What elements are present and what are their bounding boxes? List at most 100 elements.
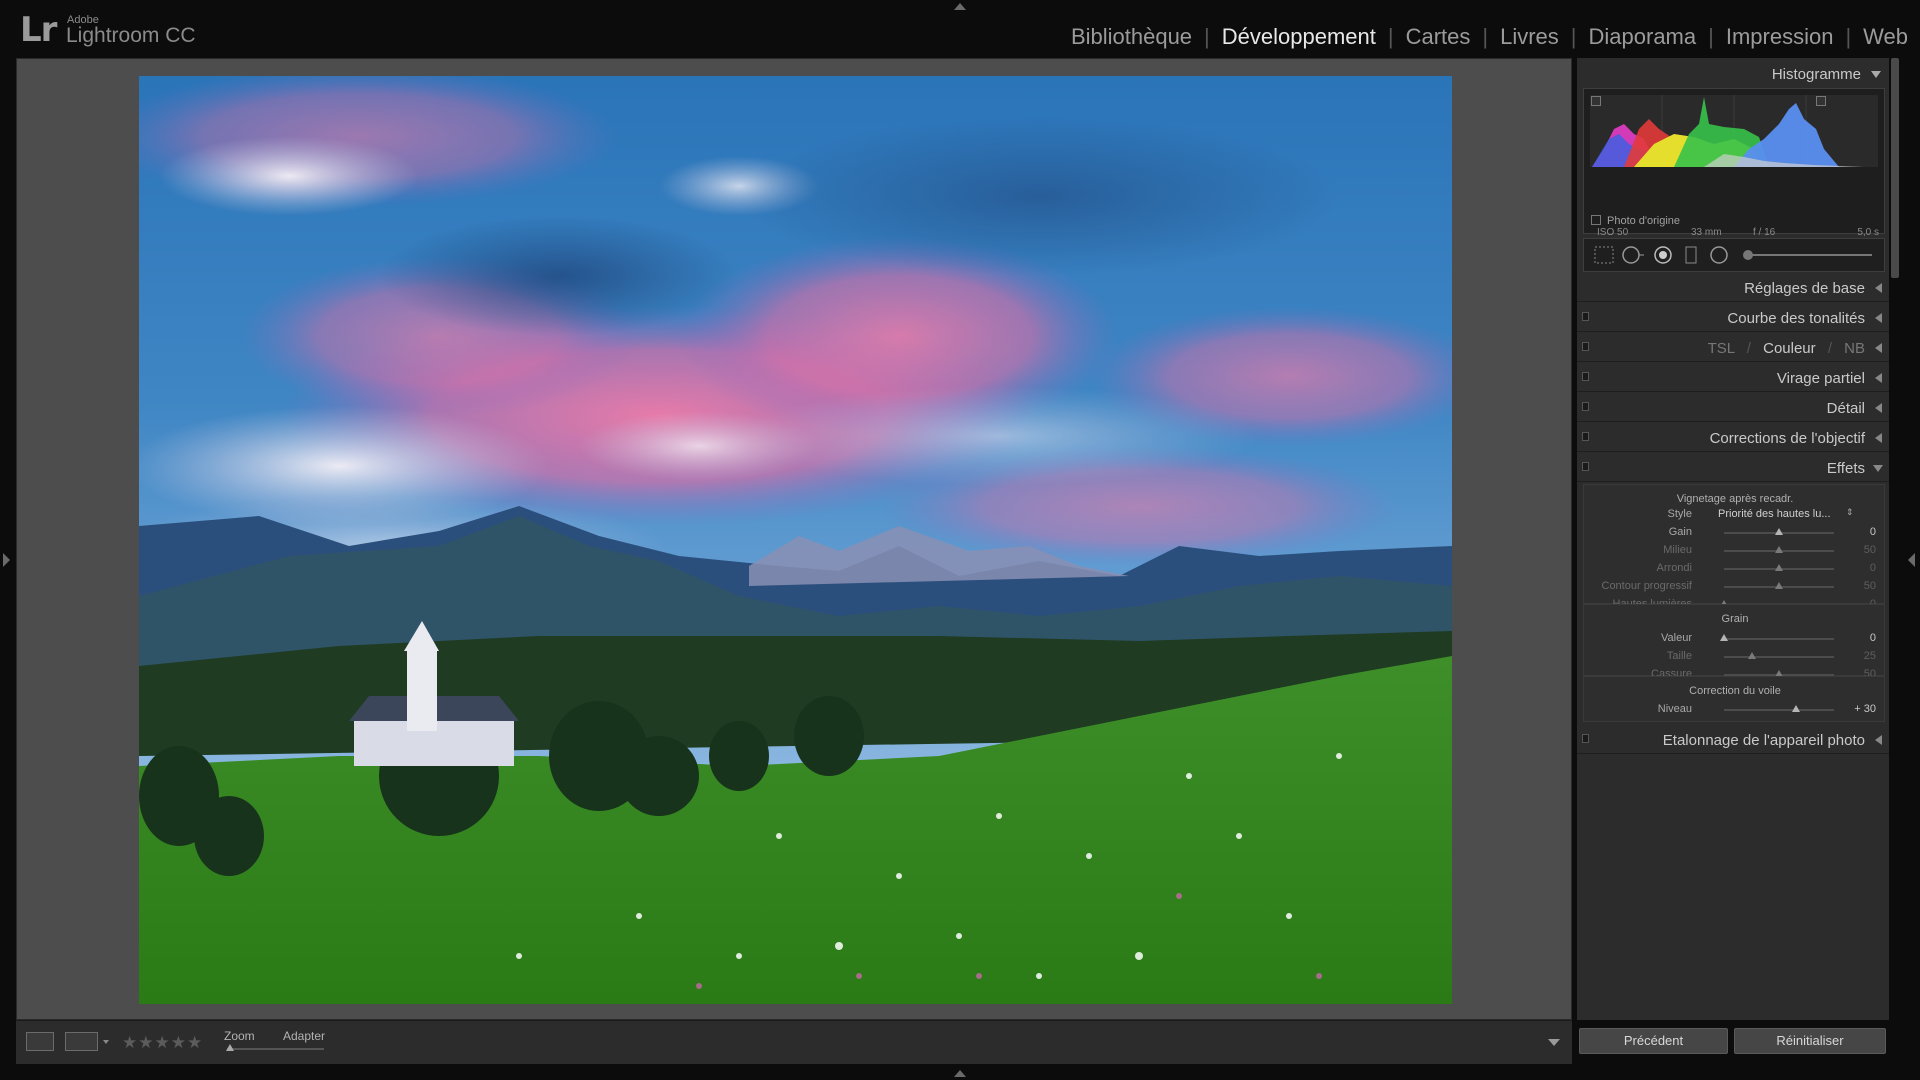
slider-track[interactable] <box>1724 709 1834 711</box>
vignette-title: Vignetage après recadr. <box>1676 493 1794 505</box>
panel-expand-icon[interactable] <box>1875 735 1882 745</box>
filmstrip-toggle-icon[interactable] <box>954 1070 966 1077</box>
panel-expand-icon[interactable] <box>1875 283 1882 293</box>
adjustment-brush-icon[interactable] <box>1743 250 1872 260</box>
spot-removal-icon[interactable] <box>1622 246 1644 264</box>
slider-value[interactable]: 0 <box>1870 632 1876 644</box>
module-slideshow[interactable]: Diaporama <box>1589 24 1697 50</box>
photo-preview[interactable] <box>139 76 1452 1004</box>
slider-thumb[interactable] <box>1720 634 1728 641</box>
panel-hsl[interactable]: TSL / Couleur / NB <box>1577 332 1889 362</box>
graduated-filter-icon[interactable] <box>1685 246 1697 264</box>
zoom-fit-label[interactable]: Adapter <box>283 1029 325 1043</box>
slider-row-milieu: Milieu 50 <box>1584 542 1886 560</box>
slider-label: Gain <box>1668 526 1692 538</box>
panel-toggle-switch[interactable] <box>1582 462 1589 471</box>
panel-expand-icon[interactable] <box>1875 343 1882 353</box>
checkbox-icon[interactable] <box>1591 215 1601 225</box>
landscape-image <box>139 76 1452 1004</box>
slider-thumb[interactable] <box>1775 528 1783 535</box>
panel-collapse-icon[interactable] <box>1873 465 1883 472</box>
slider-thumb[interactable] <box>1747 652 1756 659</box>
histogram-header[interactable]: Histogramme <box>1577 58 1889 88</box>
panel-toggle-switch[interactable] <box>1582 312 1589 321</box>
star-rating[interactable]: ★★★★★ <box>122 1033 203 1053</box>
histogram-graph <box>1590 95 1878 167</box>
panel-hsl-tabs: TSL / Couleur / NB <box>1708 340 1865 357</box>
right-panel-toggle-icon[interactable] <box>1908 553 1915 567</box>
module-web[interactable]: Web <box>1863 24 1908 50</box>
toolbar-content-dropdown-icon[interactable] <box>1548 1039 1560 1046</box>
slider-value[interactable]: 50 <box>1864 580 1876 592</box>
slider-value[interactable]: 0 <box>1870 526 1876 538</box>
module-library[interactable]: Bibliothèque <box>1071 24 1192 50</box>
module-book[interactable]: Livres <box>1500 24 1559 50</box>
slider-thumb[interactable] <box>1775 582 1783 589</box>
highlight-clipping-toggle-icon[interactable] <box>1816 96 1826 106</box>
slider-value[interactable]: + 30 <box>1854 703 1876 715</box>
before-after-dropdown-icon[interactable] <box>103 1040 109 1044</box>
histogram-collapse-icon[interactable] <box>1871 71 1881 78</box>
zoom-slider-thumb[interactable] <box>226 1044 234 1051</box>
panel-expand-icon[interactable] <box>1875 373 1882 383</box>
slider-value[interactable]: 50 <box>1864 544 1876 556</box>
tab-color[interactable]: Couleur <box>1763 340 1816 357</box>
loupe-view-button[interactable] <box>26 1032 54 1051</box>
panel-toggle-switch[interactable] <box>1582 402 1589 411</box>
panel-basic[interactable]: Réglages de base <box>1577 272 1889 302</box>
panel-toggle-switch[interactable] <box>1582 432 1589 441</box>
brand-product: Lightroom CC <box>66 24 196 47</box>
slider-value[interactable]: 0 <box>1870 562 1876 574</box>
vignette-style-label: Style <box>1667 508 1692 520</box>
panel-effects[interactable]: Effets <box>1577 452 1889 482</box>
dehaze-title: Correction du voile <box>1689 685 1781 697</box>
red-eye-icon[interactable] <box>1654 246 1672 264</box>
vignette-section: Vignetage après recadr. Style Priorité d… <box>1583 484 1886 610</box>
slider-row-gain: Gain 0 <box>1584 524 1886 542</box>
original-photo-checkbox[interactable]: Photo d'origine <box>1591 215 1680 227</box>
module-print[interactable]: Impression <box>1726 24 1834 50</box>
right-panel-scrollbar[interactable] <box>1891 58 1899 278</box>
tab-separator: / <box>1746 340 1751 357</box>
slider-row-valeur: Valeur 0 <box>1584 630 1886 648</box>
panel-expand-icon[interactable] <box>1875 403 1882 413</box>
slider-thumb[interactable] <box>1791 705 1800 712</box>
module-develop[interactable]: Développement <box>1222 24 1376 50</box>
tab-hsl[interactable]: TSL <box>1708 340 1735 357</box>
slider-track[interactable] <box>1724 638 1834 640</box>
previous-button[interactable]: Précédent <box>1579 1028 1728 1054</box>
panel-split-toning[interactable]: Virage partiel <box>1577 362 1889 392</box>
lightroom-window: Lr Adobe Lightroom CC Bibliothèque | Dév… <box>0 0 1920 1080</box>
shadow-clipping-toggle-icon[interactable] <box>1591 96 1601 106</box>
slider-track[interactable] <box>1724 656 1834 658</box>
panel-detail[interactable]: Détail <box>1577 392 1889 422</box>
zoom-slider-track[interactable] <box>227 1048 324 1050</box>
reset-button[interactable]: Réinitialiser <box>1734 1028 1886 1054</box>
tab-bw[interactable]: NB <box>1844 340 1865 357</box>
panel-camera-calibration[interactable]: Etalonnage de l'appareil photo <box>1577 724 1889 754</box>
panel-expand-icon[interactable] <box>1875 313 1882 323</box>
crop-tool-icon[interactable] <box>1594 246 1614 264</box>
select-arrows-icon[interactable]: ⇕ <box>1846 507 1854 518</box>
module-map[interactable]: Cartes <box>1406 24 1471 50</box>
panel-toggle-switch[interactable] <box>1582 372 1589 381</box>
before-after-button[interactable] <box>65 1032 98 1051</box>
panel-expand-icon[interactable] <box>1875 433 1882 443</box>
top-panel-toggle-icon[interactable] <box>954 3 966 10</box>
panel-tone-curve[interactable]: Courbe des tonalités <box>1577 302 1889 332</box>
slider-thumb[interactable] <box>1775 564 1783 571</box>
slider-value[interactable]: 25 <box>1864 650 1876 662</box>
slider-thumb[interactable] <box>1775 546 1783 553</box>
panel-detail-title: Détail <box>1826 400 1865 417</box>
panel-toggle-switch[interactable] <box>1582 734 1589 743</box>
module-separator: | <box>1570 24 1577 49</box>
bottom-toolbar: ★★★★★ Zoom Adapter <box>16 1020 1572 1064</box>
panel-lens-corrections[interactable]: Corrections de l'objectif <box>1577 422 1889 452</box>
vignette-style-select[interactable]: Priorité des hautes lu... <box>1718 508 1831 520</box>
slider-row-contour-progressif: Contour progressif 50 <box>1584 578 1886 596</box>
left-panel-toggle-icon[interactable] <box>3 553 10 567</box>
radial-filter-icon[interactable] <box>1710 246 1728 264</box>
image-canvas <box>16 58 1572 1020</box>
panel-toggle-switch[interactable] <box>1582 342 1589 351</box>
module-separator: | <box>1845 24 1852 49</box>
